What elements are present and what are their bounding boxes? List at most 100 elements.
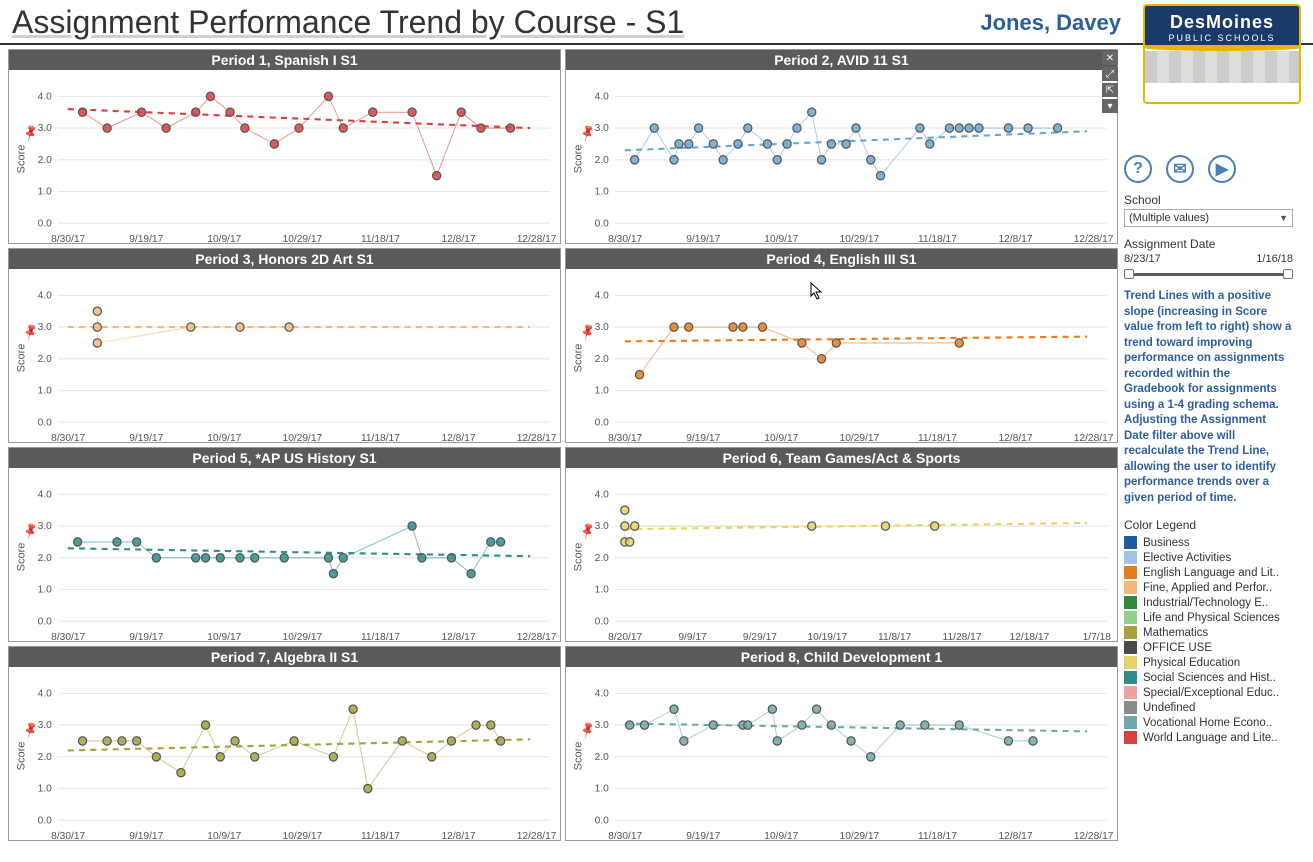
legend-item[interactable]: OFFICE USE: [1124, 641, 1293, 654]
svg-text:4.0: 4.0: [38, 489, 52, 500]
legend-item[interactable]: World Language and Lite..: [1124, 731, 1293, 744]
legend-item[interactable]: Fine, Applied and Perfor..: [1124, 581, 1293, 594]
svg-text:1.0: 1.0: [595, 187, 609, 198]
chart-panel: Period 1, Spanish I S1Score📌0.01.02.03.0…: [8, 49, 561, 244]
school-select[interactable]: (Multiple values) ▼: [1124, 209, 1293, 227]
svg-text:2.0: 2.0: [595, 354, 609, 365]
chart-title: Period 1, Spanish I S1: [9, 50, 560, 70]
svg-text:1.0: 1.0: [38, 585, 52, 596]
chart-title: Period 3, Honors 2D Art S1: [9, 249, 560, 269]
svg-text:3.0: 3.0: [38, 322, 52, 333]
svg-text:0.0: 0.0: [38, 218, 52, 229]
svg-text:2.0: 2.0: [38, 155, 52, 166]
svg-text:11/8/17: 11/8/17: [878, 632, 912, 643]
logo-sub: PUBLIC SCHOOLS: [1145, 33, 1299, 43]
district-logo: DesMoines PUBLIC SCHOOLS: [1143, 4, 1301, 104]
legend-item[interactable]: Physical Education: [1124, 656, 1293, 669]
filter-icon[interactable]: ▾: [1102, 99, 1118, 113]
help-text: Trend Lines with a positive slope (incre…: [1124, 289, 1293, 506]
expand-icon[interactable]: ⤢: [1102, 67, 1118, 81]
legend-swatch: [1124, 716, 1137, 729]
legend-item[interactable]: Social Sciences and Hist..: [1124, 671, 1293, 684]
svg-text:3.0: 3.0: [38, 720, 52, 731]
legend-swatch: [1124, 656, 1137, 669]
play-icon[interactable]: ▶: [1208, 155, 1236, 183]
date-to: 1/16/18: [1256, 253, 1293, 265]
svg-text:11/18/17: 11/18/17: [361, 632, 400, 643]
svg-text:0.0: 0.0: [38, 815, 52, 826]
legend-item[interactable]: Industrial/Technology E..: [1124, 596, 1293, 609]
legend-label: Business: [1143, 537, 1190, 549]
legend-swatch: [1124, 671, 1137, 684]
chart-panel: Period 2, AVID 11 S1Score📌0.01.02.03.04.…: [565, 49, 1118, 244]
legend-swatch: [1124, 566, 1137, 579]
svg-text:9/19/17: 9/19/17: [129, 433, 163, 444]
svg-text:11/18/17: 11/18/17: [918, 234, 957, 245]
svg-text:12/8/17: 12/8/17: [999, 234, 1033, 245]
y-axis-label: Score: [572, 145, 584, 174]
svg-text:9/19/17: 9/19/17: [686, 831, 720, 842]
legend-item[interactable]: Life and Physical Sciences: [1124, 611, 1293, 624]
svg-text:11/18/17: 11/18/17: [361, 234, 400, 245]
svg-text:4.0: 4.0: [38, 91, 52, 102]
svg-text:0.0: 0.0: [595, 218, 609, 229]
svg-text:10/9/17: 10/9/17: [207, 831, 241, 842]
y-axis-label: Score: [15, 145, 27, 174]
svg-text:8/30/17: 8/30/17: [51, 632, 85, 643]
y-axis-label: Score: [572, 344, 584, 373]
svg-text:1/7/18: 1/7/18: [1083, 632, 1112, 643]
legend-item[interactable]: English Language and Lit..: [1124, 566, 1293, 579]
svg-text:4.0: 4.0: [38, 290, 52, 301]
svg-text:0.0: 0.0: [595, 815, 609, 826]
svg-text:11/18/17: 11/18/17: [918, 433, 957, 444]
svg-text:0.0: 0.0: [38, 616, 52, 627]
school-value: (Multiple values): [1129, 212, 1209, 224]
svg-text:12/8/17: 12/8/17: [999, 433, 1033, 444]
legend-swatch: [1124, 596, 1137, 609]
svg-text:12/8/17: 12/8/17: [442, 632, 476, 643]
y-axis-label: Score: [15, 742, 27, 771]
svg-text:11/18/17: 11/18/17: [361, 831, 400, 842]
help-icon[interactable]: ?: [1124, 155, 1152, 183]
svg-text:2.0: 2.0: [38, 752, 52, 763]
svg-text:4.0: 4.0: [595, 290, 609, 301]
close-icon[interactable]: ✕: [1102, 51, 1118, 65]
chart-title: Period 8, Child Development 1: [566, 647, 1117, 667]
chart-panel: Period 8, Child Development 1Score📌0.01.…: [565, 646, 1118, 841]
svg-text:12/28/17: 12/28/17: [517, 234, 557, 245]
svg-text:4.0: 4.0: [595, 91, 609, 102]
legend-item[interactable]: Special/Exceptional Educ..: [1124, 686, 1293, 699]
svg-text:0.0: 0.0: [38, 417, 52, 428]
legend-item[interactable]: Business: [1124, 536, 1293, 549]
legend-item[interactable]: Undefined: [1124, 701, 1293, 714]
legend-item[interactable]: Elective Activities: [1124, 551, 1293, 564]
svg-text:3.0: 3.0: [595, 521, 609, 532]
svg-text:8/30/17: 8/30/17: [51, 433, 85, 444]
legend-item[interactable]: Mathematics: [1124, 626, 1293, 639]
svg-text:10/29/17: 10/29/17: [840, 831, 880, 842]
svg-text:3.0: 3.0: [38, 123, 52, 134]
svg-text:8/30/17: 8/30/17: [51, 831, 85, 842]
legend-swatch: [1124, 536, 1137, 549]
svg-text:8/30/17: 8/30/17: [608, 831, 642, 842]
legend-item[interactable]: Vocational Home Econo..: [1124, 716, 1293, 729]
svg-text:10/29/17: 10/29/17: [283, 831, 323, 842]
svg-text:12/8/17: 12/8/17: [442, 234, 476, 245]
date-slider[interactable]: [1124, 267, 1293, 281]
svg-text:2.0: 2.0: [38, 354, 52, 365]
svg-text:9/9/17: 9/9/17: [678, 632, 707, 643]
legend-label: Physical Education: [1143, 657, 1240, 669]
color-legend: Business Elective Activities English Langu…: [1124, 536, 1293, 744]
y-axis-label: Score: [15, 543, 27, 572]
chart-grid: ✕ ⤢ ⇱ ▾ Period 1, Spanish I S1Score📌0.01…: [0, 45, 1118, 841]
svg-text:10/29/17: 10/29/17: [840, 234, 880, 245]
share-icon[interactable]: ⇱: [1102, 83, 1118, 97]
chart-title: Period 4, English III S1: [566, 249, 1117, 269]
svg-text:11/18/17: 11/18/17: [918, 831, 957, 842]
page-title: Assignment Performance Trend by Course -…: [12, 4, 980, 41]
svg-text:9/19/17: 9/19/17: [129, 632, 163, 643]
legend-label: Industrial/Technology E..: [1143, 597, 1268, 609]
mail-icon[interactable]: ✉: [1166, 155, 1194, 183]
svg-text:2.0: 2.0: [595, 752, 609, 763]
svg-text:4.0: 4.0: [595, 688, 609, 699]
